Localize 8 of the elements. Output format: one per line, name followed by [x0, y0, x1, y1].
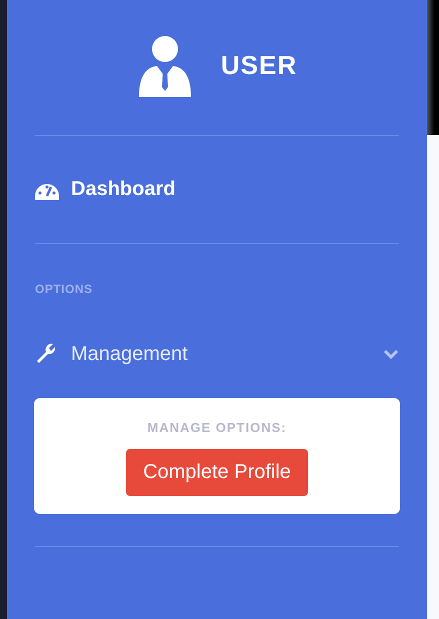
- brand-title: USER: [220, 50, 298, 81]
- nav-link[interactable]: Management: [35, 314, 399, 394]
- submenu-heading: MANAGE OPTIONS:: [147, 420, 287, 435]
- section-heading: OPTIONS: [35, 281, 94, 298]
- user-icon: [136, 34, 193, 96]
- complete-profile-button[interactable]: Complete Profile: [126, 449, 308, 496]
- nav-link[interactable]: Dashboard: [35, 136, 399, 243]
- wrench-icon: [35, 343, 57, 365]
